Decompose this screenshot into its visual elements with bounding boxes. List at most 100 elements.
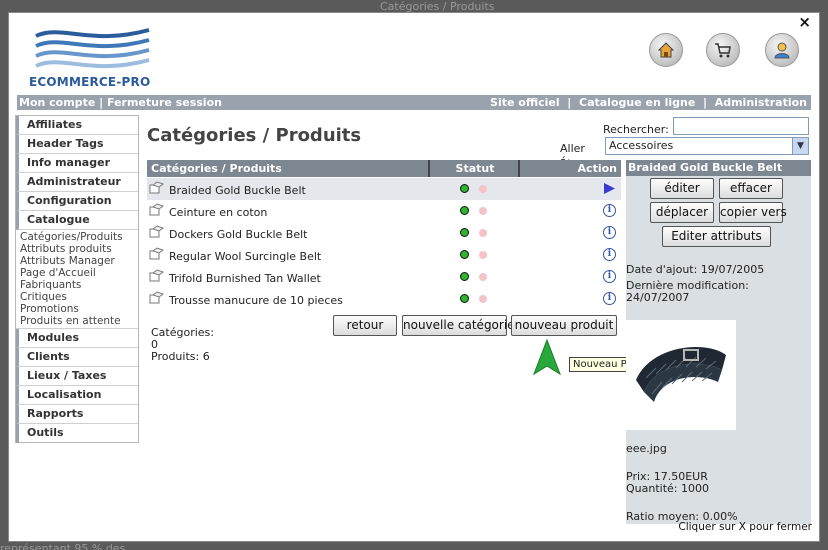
sidebar-subitem-page-accueil[interactable]: Page d'Accueil — [20, 267, 138, 279]
cart-icon[interactable] — [706, 33, 740, 67]
sidebar-item-localisation[interactable]: Localisation — [16, 386, 138, 405]
edit-attributes-button[interactable]: Editer attributs — [662, 226, 771, 247]
info-icon[interactable]: i — [603, 270, 616, 283]
table-row[interactable]: Regular Wool Surcingle Belt i — [147, 244, 621, 266]
column-header-status: Statut — [432, 160, 520, 177]
product-name[interactable]: Regular Wool Surcingle Belt — [169, 250, 321, 263]
modal-window: × ECOMMERCE-PRO Mon compte | Fermeture s… — [8, 12, 820, 542]
top-nav-bar: Mon compte | Fermeture session Site offi… — [17, 95, 811, 110]
sidebar-subitem-categories-produits[interactable]: Catégories/Produits — [20, 231, 138, 243]
goto-selected-value: Accessoires — [609, 139, 674, 152]
sidebar-item-configuration[interactable]: Configuration — [16, 192, 138, 211]
sidebar-subitem-attributs-manager[interactable]: Attributs Manager — [20, 255, 138, 267]
product-detail-panel: Braided Gold Buckle Belt éditer effacer … — [626, 160, 811, 524]
separator: | — [703, 96, 708, 109]
administration-link[interactable]: Administration — [715, 96, 807, 109]
status-active-icon[interactable] — [460, 184, 469, 193]
my-account-link[interactable]: Mon compte — [19, 96, 95, 109]
image-filename: eee.jpg — [626, 442, 667, 455]
info-icon[interactable]: i — [603, 248, 616, 261]
categories-count: Catégories: 0 — [151, 326, 214, 351]
sidebar-item-modules[interactable]: Modules — [16, 329, 138, 348]
product-icon — [149, 225, 165, 238]
sidebar-subitem-critiques[interactable]: Critiques — [20, 291, 138, 303]
table-row[interactable]: Braided Gold Buckle Belt — [147, 178, 621, 200]
sidebar-item-catalogue[interactable]: Catalogue — [16, 211, 138, 230]
product-name[interactable]: Dockers Gold Buckle Belt — [169, 228, 307, 241]
table-row[interactable]: Dockers Gold Buckle Belt i — [147, 222, 621, 244]
product-icon — [149, 269, 165, 282]
logo-text: ECOMMERCE-PRO — [29, 75, 151, 89]
product-name[interactable]: Braided Gold Buckle Belt — [169, 184, 306, 197]
sidebar-item-header-tags[interactable]: Header Tags — [16, 135, 138, 154]
sidebar-item-clients[interactable]: Clients — [16, 348, 138, 367]
catalogue-submenu: Catégories/Produits Attributs produits A… — [16, 230, 138, 329]
official-site-link[interactable]: Site officiel — [490, 96, 560, 109]
date-added: Date d'ajout: 19/07/2005 — [626, 263, 765, 276]
product-image — [626, 320, 736, 430]
status-active-icon[interactable] — [460, 272, 469, 281]
table-row[interactable]: Trousse manucure de 10 pieces i — [147, 288, 621, 310]
close-icon[interactable]: × — [798, 13, 811, 31]
separator: | — [99, 96, 104, 109]
sidebar-subitem-produits-en-attente[interactable]: Produits en attente — [20, 315, 138, 327]
user-icon[interactable] — [765, 33, 799, 67]
product-icon — [149, 181, 165, 194]
status-inactive-icon[interactable] — [479, 273, 487, 281]
search-input[interactable] — [673, 117, 809, 135]
logout-link[interactable]: Fermeture session — [107, 96, 222, 109]
home-icon[interactable] — [649, 33, 683, 67]
status-active-icon[interactable] — [460, 294, 469, 303]
column-header-action: Action — [577, 162, 617, 175]
back-button[interactable]: retour — [333, 315, 397, 336]
arrow-right-icon[interactable] — [603, 182, 616, 195]
new-category-button[interactable]: nouvelle catégorie — [402, 315, 515, 336]
new-product-button[interactable]: nouveau produit — [511, 315, 617, 336]
sidebar-subitem-attributs-produits[interactable]: Attributs produits — [20, 243, 138, 255]
status-active-icon[interactable] — [460, 228, 469, 237]
sidebar-item-affiliates[interactable]: Affiliates — [16, 116, 138, 135]
column-header-name: Catégories / Produits — [147, 160, 430, 177]
copy-to-button[interactable]: copier vers — [719, 202, 787, 223]
table-row[interactable]: Trifold Burnished Tan Wallet i — [147, 266, 621, 288]
sidebar-item-lieux-taxes[interactable]: Lieux / Taxes — [16, 367, 138, 386]
online-catalog-link[interactable]: Catalogue en ligne — [579, 96, 695, 109]
status-inactive-icon[interactable] — [479, 295, 487, 303]
product-name[interactable]: Trifold Burnished Tan Wallet — [169, 272, 321, 285]
edit-button[interactable]: éditer — [650, 178, 714, 199]
info-icon[interactable]: i — [603, 204, 616, 217]
product-icon — [149, 203, 165, 216]
info-icon[interactable]: i — [603, 226, 616, 239]
status-active-icon[interactable] — [460, 250, 469, 259]
sidebar-subitem-promotions[interactable]: Promotions — [20, 303, 138, 315]
sidebar-item-info-manager[interactable]: Info manager — [16, 154, 138, 173]
goto-category-select[interactable]: Accessoires ▼ — [605, 137, 809, 155]
sidebar-subitem-fabriquants[interactable]: Fabriquants — [20, 279, 138, 291]
separator: | — [567, 96, 572, 109]
search-label: Rechercher: — [603, 123, 669, 136]
counts-summary: Catégories: 0 Produits: 6 — [151, 327, 214, 363]
info-icon[interactable]: i — [603, 292, 616, 305]
status-inactive-icon[interactable] — [479, 185, 487, 193]
sidebar-item-rapports[interactable]: Rapports — [16, 405, 138, 424]
sidebar-item-outils[interactable]: Outils — [16, 424, 138, 443]
table-row[interactable]: Ceinture en coton i — [147, 200, 621, 222]
status-inactive-icon[interactable] — [479, 251, 487, 259]
last-modified-date: 24/07/2007 — [626, 291, 690, 304]
product-name[interactable]: Ceinture en coton — [169, 206, 267, 219]
backdrop-text: représentant 95 % des — [0, 542, 126, 550]
delete-button[interactable]: effacer — [719, 178, 783, 199]
move-button[interactable]: déplacer — [650, 202, 714, 223]
chevron-down-icon[interactable]: ▼ — [792, 138, 808, 154]
product-icon — [149, 291, 165, 304]
product-name[interactable]: Trousse manucure de 10 pieces — [169, 294, 343, 307]
sidebar-item-administrateur[interactable]: Administrateur — [16, 173, 138, 192]
sidebar: Affiliates Header Tags Info manager Admi… — [15, 115, 139, 443]
panel-title: Braided Gold Buckle Belt — [626, 160, 811, 176]
table-header: Catégories / Produits Statut Action — [147, 160, 621, 177]
status-active-icon[interactable] — [460, 206, 469, 215]
product-icon — [149, 247, 165, 260]
status-inactive-icon[interactable] — [479, 229, 487, 237]
close-hint: Cliquer sur X pour fermer — [678, 521, 812, 533]
status-inactive-icon[interactable] — [479, 207, 487, 215]
